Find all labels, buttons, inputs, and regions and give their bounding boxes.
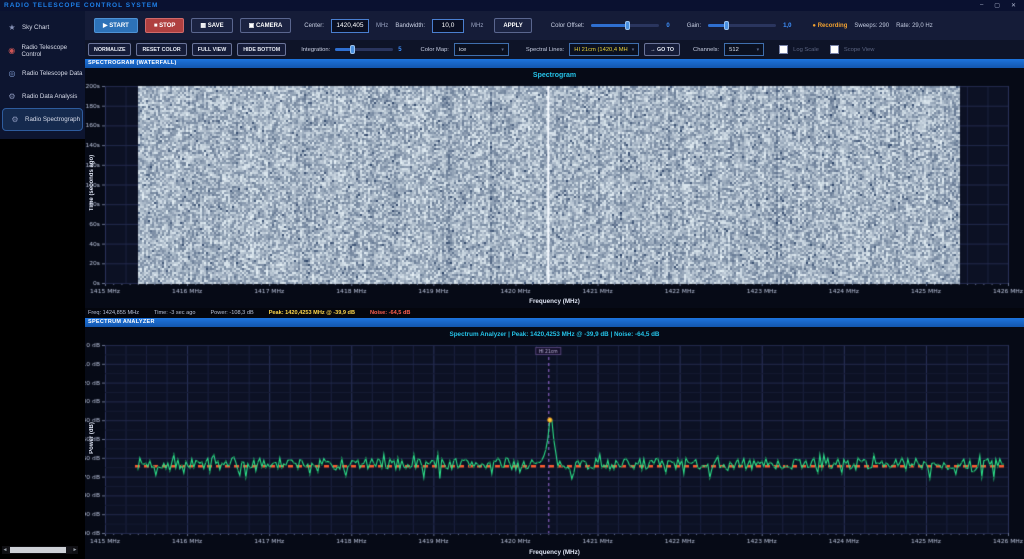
- scrollbar-track[interactable]: [8, 547, 72, 553]
- goto-button[interactable]: → GO TO: [644, 43, 680, 56]
- status-time: Time: -3 sec ago: [154, 310, 195, 316]
- sidebar-item-label: Sky Chart: [22, 24, 49, 31]
- slider-fill: [591, 24, 626, 27]
- log-scale-checkbox[interactable]: [779, 45, 788, 54]
- full-view-button[interactable]: FULL VIEW: [192, 43, 232, 56]
- spectrum-analyzer-chart[interactable]: [85, 327, 1024, 559]
- sidebar-item-label: Radio Data Analysis: [22, 93, 77, 100]
- chevron-down-icon: ▾: [757, 47, 760, 53]
- app-window: RADIO TELESCOPE CONTROL SYSTEM – ▢ ✕ ★ S…: [0, 0, 1024, 559]
- channels-dropdown[interactable]: 512 ▾: [724, 43, 764, 56]
- color-offset-slider[interactable]: [591, 24, 659, 27]
- spectrogram-panel: Spectrogram Time (seconds ago) Frequency…: [85, 68, 1024, 308]
- spectrogram-x-axis-label: Frequency (MHz): [85, 298, 1024, 305]
- gear-icon: ⚙: [10, 115, 20, 124]
- sidebar-item-radio-telescope-control[interactable]: ◉ Radio Telescope Control: [0, 39, 85, 62]
- horizontal-scrollbar[interactable]: ◄ ►: [2, 546, 78, 554]
- log-scale-label: Log Scale: [793, 47, 819, 53]
- status-power: Power: -108,3 dB: [210, 310, 253, 316]
- color-map-value: ice: [459, 47, 466, 53]
- data-disc-icon: ◎: [7, 69, 17, 78]
- stop-button[interactable]: ■ STOP: [145, 18, 185, 33]
- sidebar-item-radio-spectrograph[interactable]: ⚙ Radio Spectrograph: [2, 108, 83, 131]
- sidebar-item-radio-telescope-data[interactable]: ◎ Radio Telescope Data: [0, 62, 85, 85]
- sidebar-menu: ★ Sky Chart ◉ Radio Telescope Control ◎ …: [0, 11, 85, 139]
- spectrum-analyzer-panel: Spectrum Analyzer | Peak: 1420,4253 MHz …: [85, 327, 1024, 559]
- spectrum-title: Spectrum Analyzer | Peak: 1420,4253 MHz …: [85, 331, 1024, 338]
- scrollbar-thumb[interactable]: [10, 547, 66, 553]
- main-content: ▶ START ■ STOP ▦ SAVE ▣ CAMERA Center: 1…: [85, 11, 1024, 559]
- integration-slider[interactable]: [335, 48, 393, 51]
- spectral-lines-value: HI 21cm (1420,4 MH: [574, 47, 627, 53]
- slider-fill: [335, 48, 351, 51]
- app-title: RADIO TELESCOPE CONTROL SYSTEM: [4, 2, 158, 9]
- integration-label: Integration:: [301, 47, 330, 53]
- reset-color-button[interactable]: RESET COLOR: [136, 43, 186, 56]
- chevron-down-icon: ▾: [501, 47, 504, 53]
- bandwidth-label: Bandwidth:: [395, 23, 425, 29]
- window-controls: – ▢ ✕: [980, 2, 1016, 9]
- status-noise: Noise: -64,5 dB: [370, 310, 410, 316]
- spectrum-section-header: SPECTRUM ANALYZER: [85, 318, 1024, 327]
- sidebar-item-sky-chart[interactable]: ★ Sky Chart: [0, 16, 85, 39]
- hide-bottom-button[interactable]: HIDE BOTTOM: [237, 43, 286, 56]
- color-offset-label: Color Offset:: [551, 23, 585, 29]
- channels-value: 512: [729, 47, 739, 53]
- slider-knob[interactable]: [625, 21, 630, 30]
- cursor-status-bar: Freq: 1424,855 MHz Time: -3 sec ago Powe…: [85, 308, 1024, 318]
- color-map-dropdown[interactable]: ice ▾: [454, 43, 509, 56]
- sweeps-count: Sweeps: 290: [854, 23, 889, 29]
- sidebar-item-radio-data-analysis[interactable]: ⚙ Radio Data Analysis: [0, 85, 85, 108]
- spectrogram-section-header: SPECTROGRAM (WATERFALL): [85, 59, 1024, 68]
- spectrogram-title: Spectrogram: [85, 72, 1024, 79]
- camera-button[interactable]: ▣ CAMERA: [240, 18, 292, 33]
- normalize-button[interactable]: NORMALIZE: [88, 43, 131, 56]
- spectrogram-y-axis-label: Time (seconds ago): [89, 138, 95, 228]
- sidebar-item-label: Radio Telescope Control: [21, 44, 85, 58]
- spectral-lines-dropdown[interactable]: HI 21cm (1420,4 MH ▾: [569, 43, 639, 56]
- gain-slider[interactable]: [708, 24, 776, 27]
- maximize-icon[interactable]: ▢: [994, 2, 1000, 9]
- scroll-right-icon[interactable]: ►: [72, 547, 78, 553]
- minimize-icon[interactable]: –: [980, 2, 983, 9]
- gain-value: 1,0: [783, 23, 791, 29]
- spectral-lines-label: Spectral Lines:: [526, 47, 564, 53]
- gain-label: Gain:: [687, 23, 701, 29]
- bandwidth-unit: MHz: [471, 23, 483, 29]
- save-button[interactable]: ▦ SAVE: [191, 18, 232, 33]
- apply-button[interactable]: APPLY: [494, 18, 531, 33]
- sidebar-item-label: Radio Spectrograph: [25, 116, 80, 123]
- status-peak: Peak: 1420,4253 MHz @ -39,9 dB: [269, 310, 355, 316]
- color-offset-value: 0: [666, 23, 669, 29]
- gear-icon: ⚙: [7, 92, 17, 101]
- telescope-dish-icon: ◉: [7, 46, 16, 55]
- start-button[interactable]: ▶ START: [94, 18, 138, 33]
- slider-knob[interactable]: [350, 45, 355, 54]
- center-frequency-field[interactable]: 1420,405: [331, 19, 369, 33]
- chevron-down-icon: ▾: [632, 47, 635, 53]
- channels-label: Channels:: [693, 47, 719, 53]
- center-unit: MHz: [376, 23, 388, 29]
- sky-chart-icon: ★: [7, 23, 17, 32]
- sweep-rate: Rate: 29,0 Hz: [896, 23, 933, 29]
- spectrogram-waterfall-chart[interactable]: [85, 68, 1024, 308]
- sidebar: ★ Sky Chart ◉ Radio Telescope Control ◎ …: [0, 11, 85, 559]
- spectrum-y-axis-label: Power (dB): [89, 393, 95, 483]
- close-icon[interactable]: ✕: [1011, 2, 1016, 9]
- slider-knob[interactable]: [724, 21, 729, 30]
- titlebar: RADIO TELESCOPE CONTROL SYSTEM – ▢ ✕: [0, 0, 1024, 11]
- scope-view-label: Scope View: [844, 47, 875, 53]
- spectrum-x-axis-label: Frequency (MHz): [85, 549, 1024, 556]
- bandwidth-field[interactable]: 10,0: [432, 19, 464, 33]
- toolbar-secondary: NORMALIZE RESET COLOR FULL VIEW HIDE BOT…: [85, 40, 1024, 59]
- scope-view-checkbox[interactable]: [830, 45, 839, 54]
- slider-fill: [708, 24, 725, 27]
- color-map-label: Color Map:: [421, 47, 449, 53]
- status-freq: Freq: 1424,855 MHz: [88, 310, 139, 316]
- sidebar-item-label: Radio Telescope Data: [22, 70, 82, 77]
- center-label: Center:: [304, 23, 324, 29]
- recording-status: ● Recording: [812, 23, 847, 29]
- integration-value: 5: [398, 47, 401, 53]
- toolbar-primary: ▶ START ■ STOP ▦ SAVE ▣ CAMERA Center: 1…: [85, 11, 1024, 40]
